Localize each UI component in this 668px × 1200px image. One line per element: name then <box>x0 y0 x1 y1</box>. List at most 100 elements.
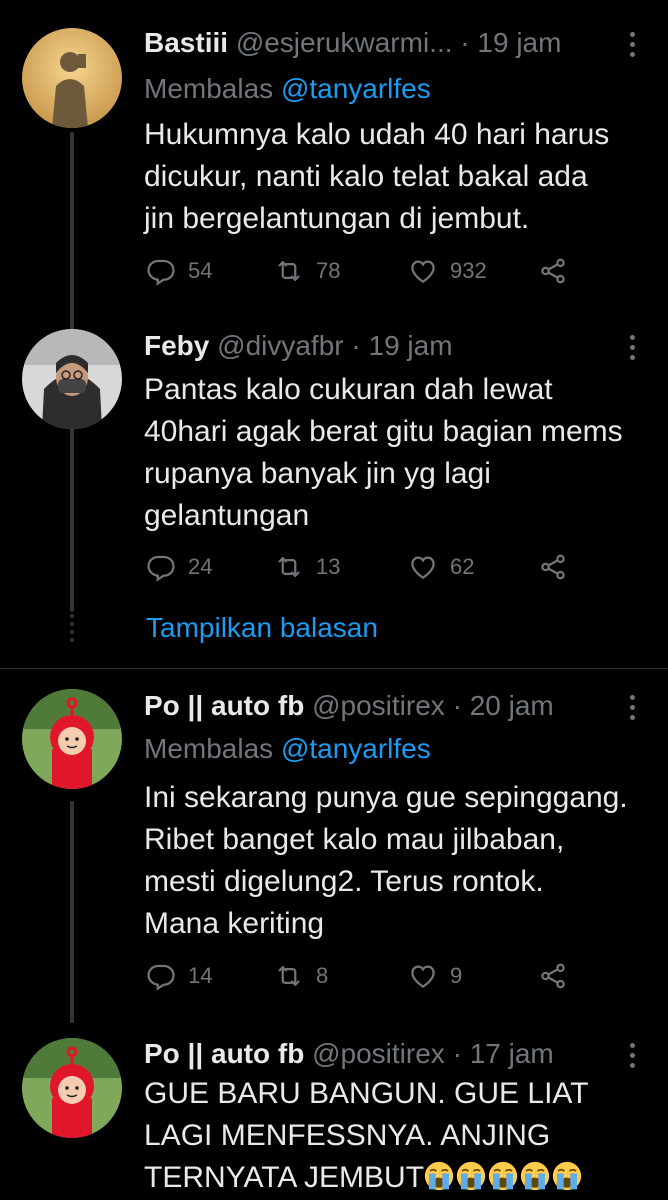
user-handle[interactable]: @positirex <box>312 1038 445 1069</box>
user-handle[interactable]: @esjerukwarmi... <box>236 27 453 58</box>
reply-icon <box>146 256 176 286</box>
tweet-line-text: TERNYATA JEMBUT <box>144 1161 425 1194</box>
action-bar: 14 8 9 <box>146 961 596 995</box>
retweet-button[interactable]: 78 <box>274 256 340 286</box>
mention-link[interactable]: @tanyarlfes <box>281 733 431 764</box>
separator-dot: · <box>460 27 470 58</box>
mention-link[interactable]: @tanyarlfes <box>281 73 431 104</box>
separator-dot: · <box>351 330 361 361</box>
separator-dot: · <box>452 690 462 721</box>
tweet-line: Mana keriting <box>144 907 325 940</box>
retweet-count: 78 <box>316 258 341 283</box>
tweet-line: GUE BARU BANGUN. GUE LIAT <box>144 1077 589 1110</box>
reply-button[interactable]: 14 <box>146 961 212 991</box>
replying-to: Membalas @tanyarlfes <box>144 72 431 106</box>
display-name[interactable]: Bastiii <box>144 27 228 58</box>
like-button[interactable]: 9 <box>408 961 462 991</box>
tweet-header: Bastiii @esjerukwarmi... · 19 jam <box>144 26 644 60</box>
like-count: 9 <box>450 963 463 988</box>
reply-count: 54 <box>188 258 213 283</box>
share-icon <box>538 961 568 991</box>
retweet-count: 13 <box>316 554 341 579</box>
loudly-crying-face-icon <box>424 1161 454 1191</box>
tweet-line: jin bergelantungan di jembut. <box>144 202 530 235</box>
tweet-line: 40hari agak berat gitu bagian mems <box>144 415 623 448</box>
reply-button[interactable]: 54 <box>146 256 212 286</box>
avatar-bastiii[interactable] <box>22 28 122 128</box>
tweet-text: Pantas kalo cukuran dah lewat 40hari aga… <box>144 369 654 537</box>
tweet-line: Hukumnya kalo udah 40 hari harus <box>144 118 610 151</box>
replying-to: Membalas @tanyarlfes <box>144 732 431 766</box>
display-name[interactable]: Po || auto fb <box>144 1038 304 1069</box>
tweet-line: mesti digelung2. Terus rontok. <box>144 865 544 898</box>
share-button[interactable] <box>538 552 568 582</box>
tweet-header: Po || auto fb @positirex · 20 jam <box>144 689 644 723</box>
tweet-line: TERNYATA JEMBUT <box>144 1157 654 1199</box>
tweet-feby[interactable]: Feby @divyafbr · 19 jam Pantas kalo cuku… <box>0 315 668 600</box>
avatar-feby[interactable] <box>22 329 122 429</box>
heart-icon <box>408 552 438 582</box>
tweet-line: rupanya banyak jin yg lagi <box>144 457 491 490</box>
more-options-icon[interactable] <box>620 695 644 725</box>
heart-icon <box>408 961 438 991</box>
reply-count: 14 <box>188 963 213 988</box>
retweet-button[interactable]: 13 <box>274 552 340 582</box>
timestamp[interactable]: 19 jam <box>369 330 453 361</box>
replying-prefix: Membalas <box>144 733 281 764</box>
retweet-icon <box>274 961 304 991</box>
avatar-po[interactable] <box>22 1038 122 1138</box>
more-options-icon[interactable] <box>620 1043 644 1073</box>
tweet-text: Ini sekarang punya gue sepinggang. Ribet… <box>144 777 654 945</box>
timestamp[interactable]: 19 jam <box>477 27 561 58</box>
reply-icon <box>146 552 176 582</box>
tweet-header: Feby @divyafbr · 19 jam <box>144 329 644 363</box>
thread-collapse-dots <box>68 614 76 646</box>
separator-dot: · <box>452 1038 462 1069</box>
like-button[interactable]: 932 <box>408 256 487 286</box>
avatar-po[interactable] <box>22 689 122 789</box>
loudly-crying-face-icon <box>520 1161 550 1191</box>
user-handle[interactable]: @positirex <box>312 690 445 721</box>
tweet-po-2[interactable]: Po || auto fb @positirex · 17 jam GUE BA… <box>0 1025 668 1200</box>
retweet-icon <box>274 552 304 582</box>
loudly-crying-face-icon <box>552 1161 582 1191</box>
tweet-bastiii[interactable]: Bastiii @esjerukwarmi... · 19 jam Membal… <box>0 0 668 612</box>
display-name[interactable]: Feby <box>144 330 209 361</box>
tweet-line: Ribet banget kalo mau jilbaban, <box>144 823 565 856</box>
reply-count: 24 <box>188 554 213 579</box>
tweet-line: LAGI MENFESSNYA. ANJING <box>144 1119 551 1152</box>
heart-icon <box>408 256 438 286</box>
retweet-button[interactable]: 8 <box>274 961 328 991</box>
thread-line <box>70 801 74 1023</box>
retweet-count: 8 <box>316 963 329 988</box>
timestamp[interactable]: 20 jam <box>470 690 554 721</box>
show-replies-link[interactable]: Tampilkan balasan <box>146 612 378 644</box>
share-icon <box>538 552 568 582</box>
like-count: 932 <box>450 258 487 283</box>
timestamp[interactable]: 17 jam <box>470 1038 554 1069</box>
share-button[interactable] <box>538 256 568 286</box>
more-options-icon[interactable] <box>620 335 644 365</box>
like-count: 62 <box>450 554 475 579</box>
tweet-line: Ini sekarang punya gue sepinggang. <box>144 781 628 814</box>
loudly-crying-face-icon <box>456 1161 486 1191</box>
action-bar: 24 13 62 <box>146 552 596 586</box>
display-name[interactable]: Po || auto fb <box>144 690 304 721</box>
tweet-text: GUE BARU BANGUN. GUE LIAT LAGI MENFESSNY… <box>144 1073 654 1199</box>
tweet-line: dicukur, nanti kalo telat bakal ada <box>144 160 588 193</box>
like-button[interactable]: 62 <box>408 552 474 582</box>
tweet-po-1[interactable]: Po || auto fb @positirex · 20 jam Membal… <box>0 669 668 1025</box>
more-options-icon[interactable] <box>620 32 644 62</box>
tweet-line: gelantungan <box>144 499 310 532</box>
action-bar: 54 78 932 <box>146 256 596 290</box>
share-button[interactable] <box>538 961 568 991</box>
share-icon <box>538 256 568 286</box>
tweet-line: Pantas kalo cukuran dah lewat <box>144 373 553 406</box>
user-handle[interactable]: @divyafbr <box>217 330 343 361</box>
tweet-header: Po || auto fb @positirex · 17 jam <box>144 1037 644 1071</box>
reply-button[interactable]: 24 <box>146 552 212 582</box>
retweet-icon <box>274 256 304 286</box>
replying-prefix: Membalas <box>144 73 281 104</box>
tweet-text: Hukumnya kalo udah 40 hari harus dicukur… <box>144 114 654 240</box>
reply-icon <box>146 961 176 991</box>
